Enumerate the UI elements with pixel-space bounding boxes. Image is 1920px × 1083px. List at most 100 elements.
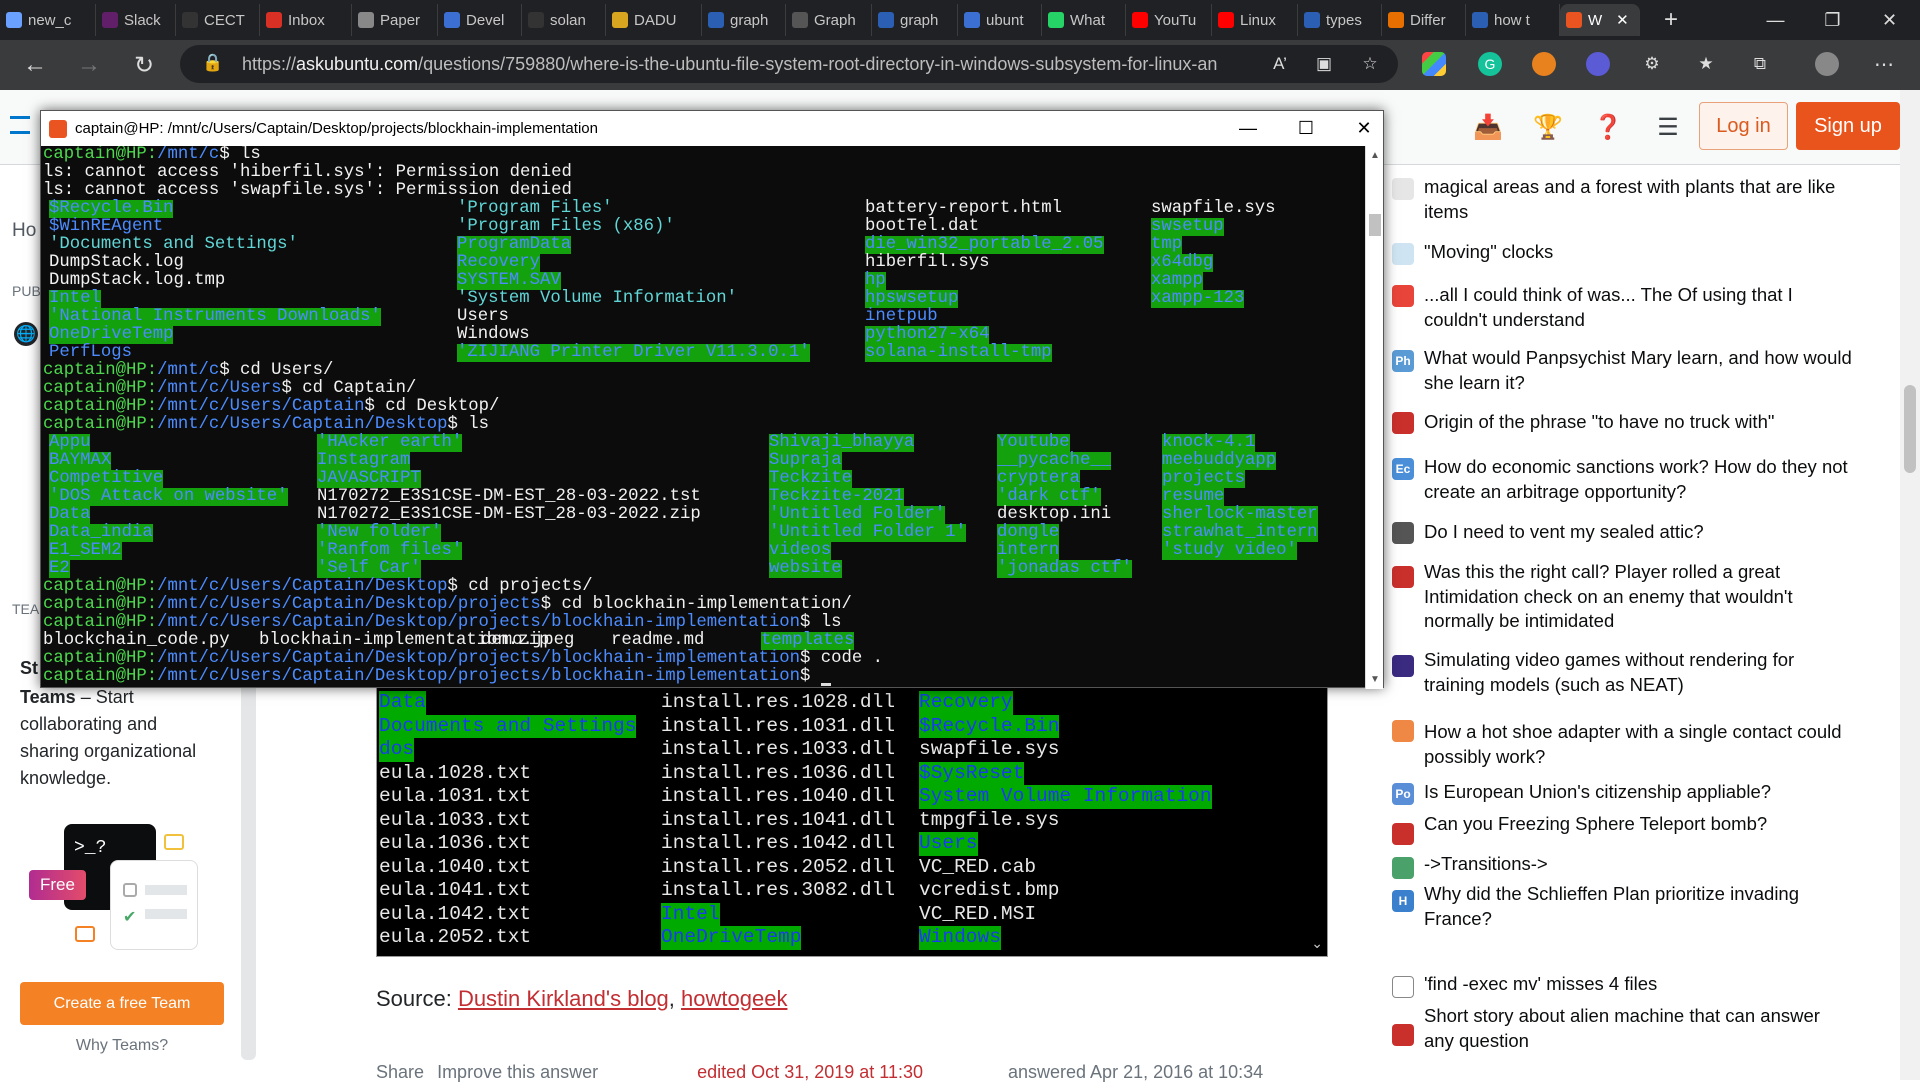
tab-solan[interactable]: solan (522, 4, 606, 36)
terminal-minimize-button[interactable]: — (1219, 111, 1277, 146)
add-favorite-icon[interactable]: ☆ (1358, 52, 1382, 76)
tab-linux[interactable]: Linux (1212, 4, 1298, 36)
source-link-blog[interactable]: Dustin Kirkland's blog (458, 986, 669, 1011)
hot-question-link[interactable]: Was this the right call? Player rolled a… (1424, 560, 1854, 634)
extension-purple-icon[interactable] (1586, 52, 1610, 76)
photo-icon (1392, 720, 1414, 742)
new-tab-button[interactable]: + (1664, 6, 1678, 34)
reload-icon[interactable]: ↻ (127, 48, 161, 82)
profile-avatar[interactable] (1815, 52, 1839, 76)
scroll-up-icon[interactable]: ▲ (1370, 150, 1380, 161)
ls-entry: 'Documents and Settings' (49, 235, 298, 254)
ls-entry: 'study video' (1162, 541, 1297, 560)
favorites-icon[interactable]: ★ (1694, 52, 1718, 76)
tab-dadu[interactable]: DADU (606, 4, 702, 36)
inbox-icon[interactable]: 📥 (1472, 112, 1504, 142)
tab-graph[interactable]: graph (702, 4, 786, 36)
why-teams-link[interactable]: Why Teams? (0, 1037, 244, 1055)
screenshot-entry: swapfile.sys (919, 738, 1060, 760)
back-icon[interactable]: ← (18, 48, 52, 82)
tab-types[interactable]: types (1298, 4, 1382, 36)
sidebar-scrollbar[interactable] (241, 640, 256, 1060)
address-bar[interactable]: 🔒 https://askubuntu.com/questions/759880… (180, 45, 1398, 83)
tab-differ[interactable]: Differ (1382, 4, 1466, 36)
hot-question-link[interactable]: ...all I could think of was... The Of us… (1424, 283, 1854, 332)
signup-button[interactable]: Sign up (1796, 102, 1900, 150)
hot-question-link[interactable]: What would Panpsychist Mary learn, and h… (1424, 346, 1854, 395)
globe-icon[interactable]: 🌐 (14, 322, 38, 346)
tab-cect[interactable]: CECT (176, 4, 260, 36)
tab-graph[interactable]: Graph (786, 4, 872, 36)
scroll-down-icon[interactable]: ▼ (1370, 674, 1380, 685)
read-aloud-icon[interactable]: A’ (1268, 52, 1292, 76)
hot-question-link[interactable]: Is European Union's citizenship appliabl… (1424, 780, 1854, 805)
page-scrollbar[interactable] (1900, 90, 1920, 1080)
search-icon (878, 12, 894, 28)
reader-view-icon[interactable]: ▣ (1312, 52, 1336, 76)
tab-new-c[interactable]: new_c (0, 4, 96, 36)
minimize-window-button[interactable]: — (1748, 0, 1803, 40)
tab-how-t[interactable]: how t (1466, 4, 1560, 36)
tab-close-icon[interactable]: ✕ (1616, 11, 1629, 29)
site-switcher-icon[interactable]: ☰ (1652, 112, 1684, 142)
terminal-scroll-thumb[interactable] (1369, 214, 1381, 236)
hot-question-link[interactable]: Why did the Schlieffen Plan prioritize i… (1424, 882, 1854, 931)
terminal-window[interactable]: captain@HP: /mnt/c/Users/Captain/Desktop… (40, 110, 1384, 689)
forward-icon[interactable]: → (72, 48, 106, 82)
tab-what[interactable]: What (1042, 4, 1126, 36)
free-badge: Free (29, 870, 86, 900)
prompt-command: $ cd Users/ (219, 361, 334, 380)
hot-question-link[interactable]: ->Transitions-> (1424, 852, 1854, 877)
source-sep: , (668, 986, 682, 1011)
nav-home-fragment[interactable]: Ho (12, 220, 36, 242)
prompt-path: /mnt/c/Users/Captain/Desktop (157, 415, 448, 434)
terminal-scrollbar[interactable]: ▲ ▼ (1365, 146, 1383, 689)
achievements-icon[interactable]: 🏆 (1532, 112, 1564, 142)
maximize-window-button[interactable]: ❐ (1805, 0, 1860, 40)
hamburger-menu-icon[interactable] (10, 116, 30, 134)
page-scroll-thumb[interactable] (1904, 385, 1916, 473)
terminal-maximize-button[interactable]: ☐ (1277, 111, 1335, 146)
hot-question-link[interactable]: Short story about alien machine that can… (1424, 1004, 1854, 1053)
grammarly-icon[interactable]: G (1478, 52, 1502, 76)
tab-ubunt[interactable]: ubunt (958, 4, 1042, 36)
collections-icon[interactable]: ⧉ (1748, 52, 1772, 76)
login-button[interactable]: Log in (1699, 102, 1788, 150)
tab-paper[interactable]: Paper (352, 4, 438, 36)
help-icon[interactable]: ❓ (1592, 112, 1624, 142)
hot-question-link[interactable]: Can you Freezing Sphere Teleport bomb? (1424, 812, 1854, 837)
hot-question-link[interactable]: magical areas and a forest with plants t… (1424, 175, 1854, 224)
more-menu-icon[interactable]: ⋯ (1872, 52, 1896, 76)
extension-colorful-icon[interactable] (1422, 52, 1446, 76)
ls-entry: hiberfil.sys (865, 253, 990, 272)
tab-graph[interactable]: graph (872, 4, 958, 36)
hot-question-link[interactable]: Simulating video games without rendering… (1424, 648, 1854, 697)
tab-devel[interactable]: Devel (438, 4, 522, 36)
tab-youtu[interactable]: YouTu (1126, 4, 1212, 36)
tab-w[interactable]: W ✕ (1560, 4, 1640, 36)
hot-question-link[interactable]: How do economic sanctions work? How do t… (1424, 455, 1854, 504)
terminal-titlebar[interactable]: captain@HP: /mnt/c/Users/Captain/Desktop… (41, 111, 1383, 146)
improve-link[interactable]: Improve this answer (437, 1062, 598, 1082)
tab-inbox[interactable]: Inbox (260, 4, 352, 36)
hot-question-link[interactable]: Do I need to vent my sealed attic? (1424, 520, 1854, 545)
extensions-icon[interactable]: ⚙ (1640, 52, 1664, 76)
hot-question-link[interactable]: Origin of the phrase "to have no truck w… (1424, 410, 1854, 435)
create-team-button[interactable]: Create a free Team (20, 982, 224, 1025)
metamask-icon[interactable] (1532, 52, 1556, 76)
lock-icon: 🔒 (202, 53, 224, 72)
source-link-howtogeek[interactable]: howtogeek (681, 986, 787, 1011)
screenshot-entry: VC_RED.cab (919, 855, 1037, 878)
ls-entry: solana-install-tmp (865, 343, 1052, 362)
share-link[interactable]: Share (376, 1062, 424, 1082)
youtube-icon (1132, 12, 1148, 28)
edited-link[interactable]: edited Oct 31, 2019 at 11:30 (697, 1062, 923, 1082)
terminal-output[interactable]: captain@HP:/mnt/c$ ls ls: cannot access '… (41, 146, 1366, 689)
terminal-close-button[interactable]: ✕ (1335, 111, 1393, 146)
tab-slack[interactable]: Slack (96, 4, 176, 36)
hot-question-link[interactable]: How a hot shoe adapter with a single con… (1424, 720, 1854, 769)
prompt-user: captain@HP: (43, 146, 158, 164)
hot-question-link[interactable]: 'find -exec mv' misses 4 files (1424, 972, 1854, 997)
hot-question-link[interactable]: "Moving" clocks (1424, 240, 1854, 265)
close-window-button[interactable]: ✕ (1862, 0, 1917, 40)
